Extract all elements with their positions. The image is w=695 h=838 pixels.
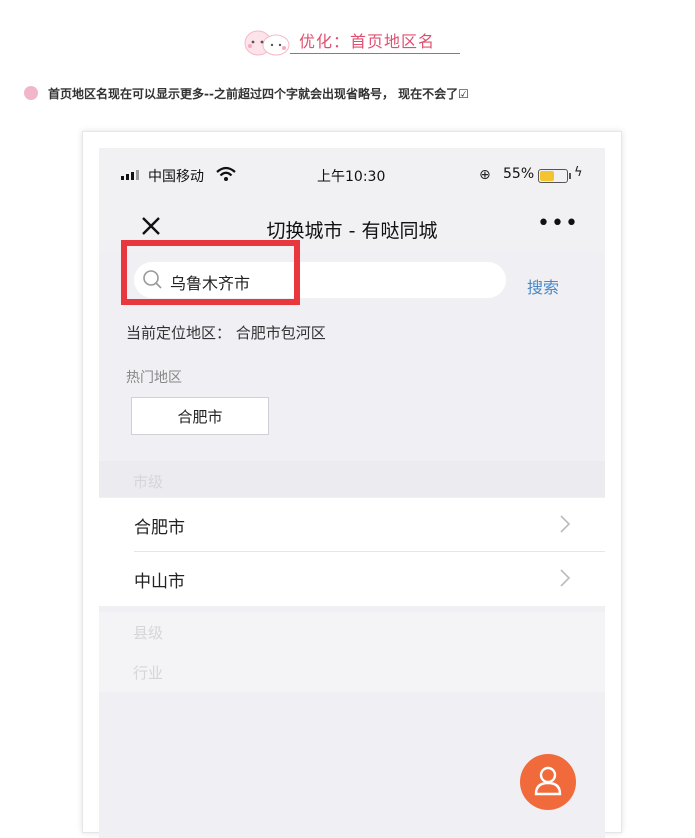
bullet-text: 首页地区名现在可以显示更多--之前超过四个字就会出现省略号， 现在不会了☑ xyxy=(48,87,469,101)
highlight-box xyxy=(121,240,300,305)
status-bar: 中国移动 上午10:30 ⊕ 55% ϟ xyxy=(99,148,605,204)
header-underline xyxy=(290,53,460,54)
section-county-label: 县级 xyxy=(133,624,164,642)
section-industry: 行业 xyxy=(99,652,605,692)
cloud-face-icon xyxy=(244,30,290,56)
battery-icon xyxy=(538,169,571,183)
battery-percent: 55% xyxy=(503,166,535,182)
city-name: 中山市 xyxy=(134,572,185,592)
bullet-note: 首页地区名现在可以显示更多--之前超过四个字就会出现省略号， 现在不会了☑ xyxy=(24,84,684,104)
section-county-level: 县级 xyxy=(99,612,605,652)
list-item[interactable]: 中山市 xyxy=(99,552,605,606)
list-item[interactable]: 合肥市 xyxy=(99,498,605,552)
carrier-label: 中国移动 xyxy=(148,169,204,185)
search-button[interactable]: 搜索 xyxy=(527,274,559,298)
nav-title: 切换城市 - 有哒同城 xyxy=(266,220,438,242)
hot-area-label: 热门地区 xyxy=(126,370,182,386)
city-name: 合肥市 xyxy=(134,518,185,538)
clock-label: 上午10:30 xyxy=(317,169,386,185)
charging-icon: ϟ xyxy=(574,165,583,180)
battery-fill xyxy=(540,171,554,181)
phone-screen: 中国移动 上午10:30 ⊕ 55% ϟ 切换城市 - 有哒同城 ••• 乌鲁木… xyxy=(99,148,605,838)
wifi-icon xyxy=(216,166,236,181)
section-city-label: 市级 xyxy=(133,473,164,491)
chevron-right-icon xyxy=(560,569,571,587)
chevron-right-icon xyxy=(560,515,571,533)
section-industry-label: 行业 xyxy=(133,664,164,682)
user-icon xyxy=(534,766,562,796)
section-city-level: 市级 xyxy=(99,461,605,497)
screenshot-frame: 中国移动 上午10:30 ⊕ 55% ϟ 切换城市 - 有哒同城 ••• 乌鲁木… xyxy=(82,131,622,838)
more-icon[interactable]: ••• xyxy=(537,211,579,236)
bullet-dot xyxy=(24,86,38,100)
article-header: 优化：首页地区名 xyxy=(0,22,695,58)
current-location: 当前定位地区： 合肥市包河区 xyxy=(126,324,326,342)
rotation-lock-icon: ⊕ xyxy=(479,167,491,183)
header-title: 优化：首页地区名 xyxy=(299,32,436,51)
hot-city-button[interactable]: 合肥市 xyxy=(131,397,269,435)
city-list: 合肥市 中山市 xyxy=(99,498,605,606)
profile-button[interactable] xyxy=(520,754,576,810)
